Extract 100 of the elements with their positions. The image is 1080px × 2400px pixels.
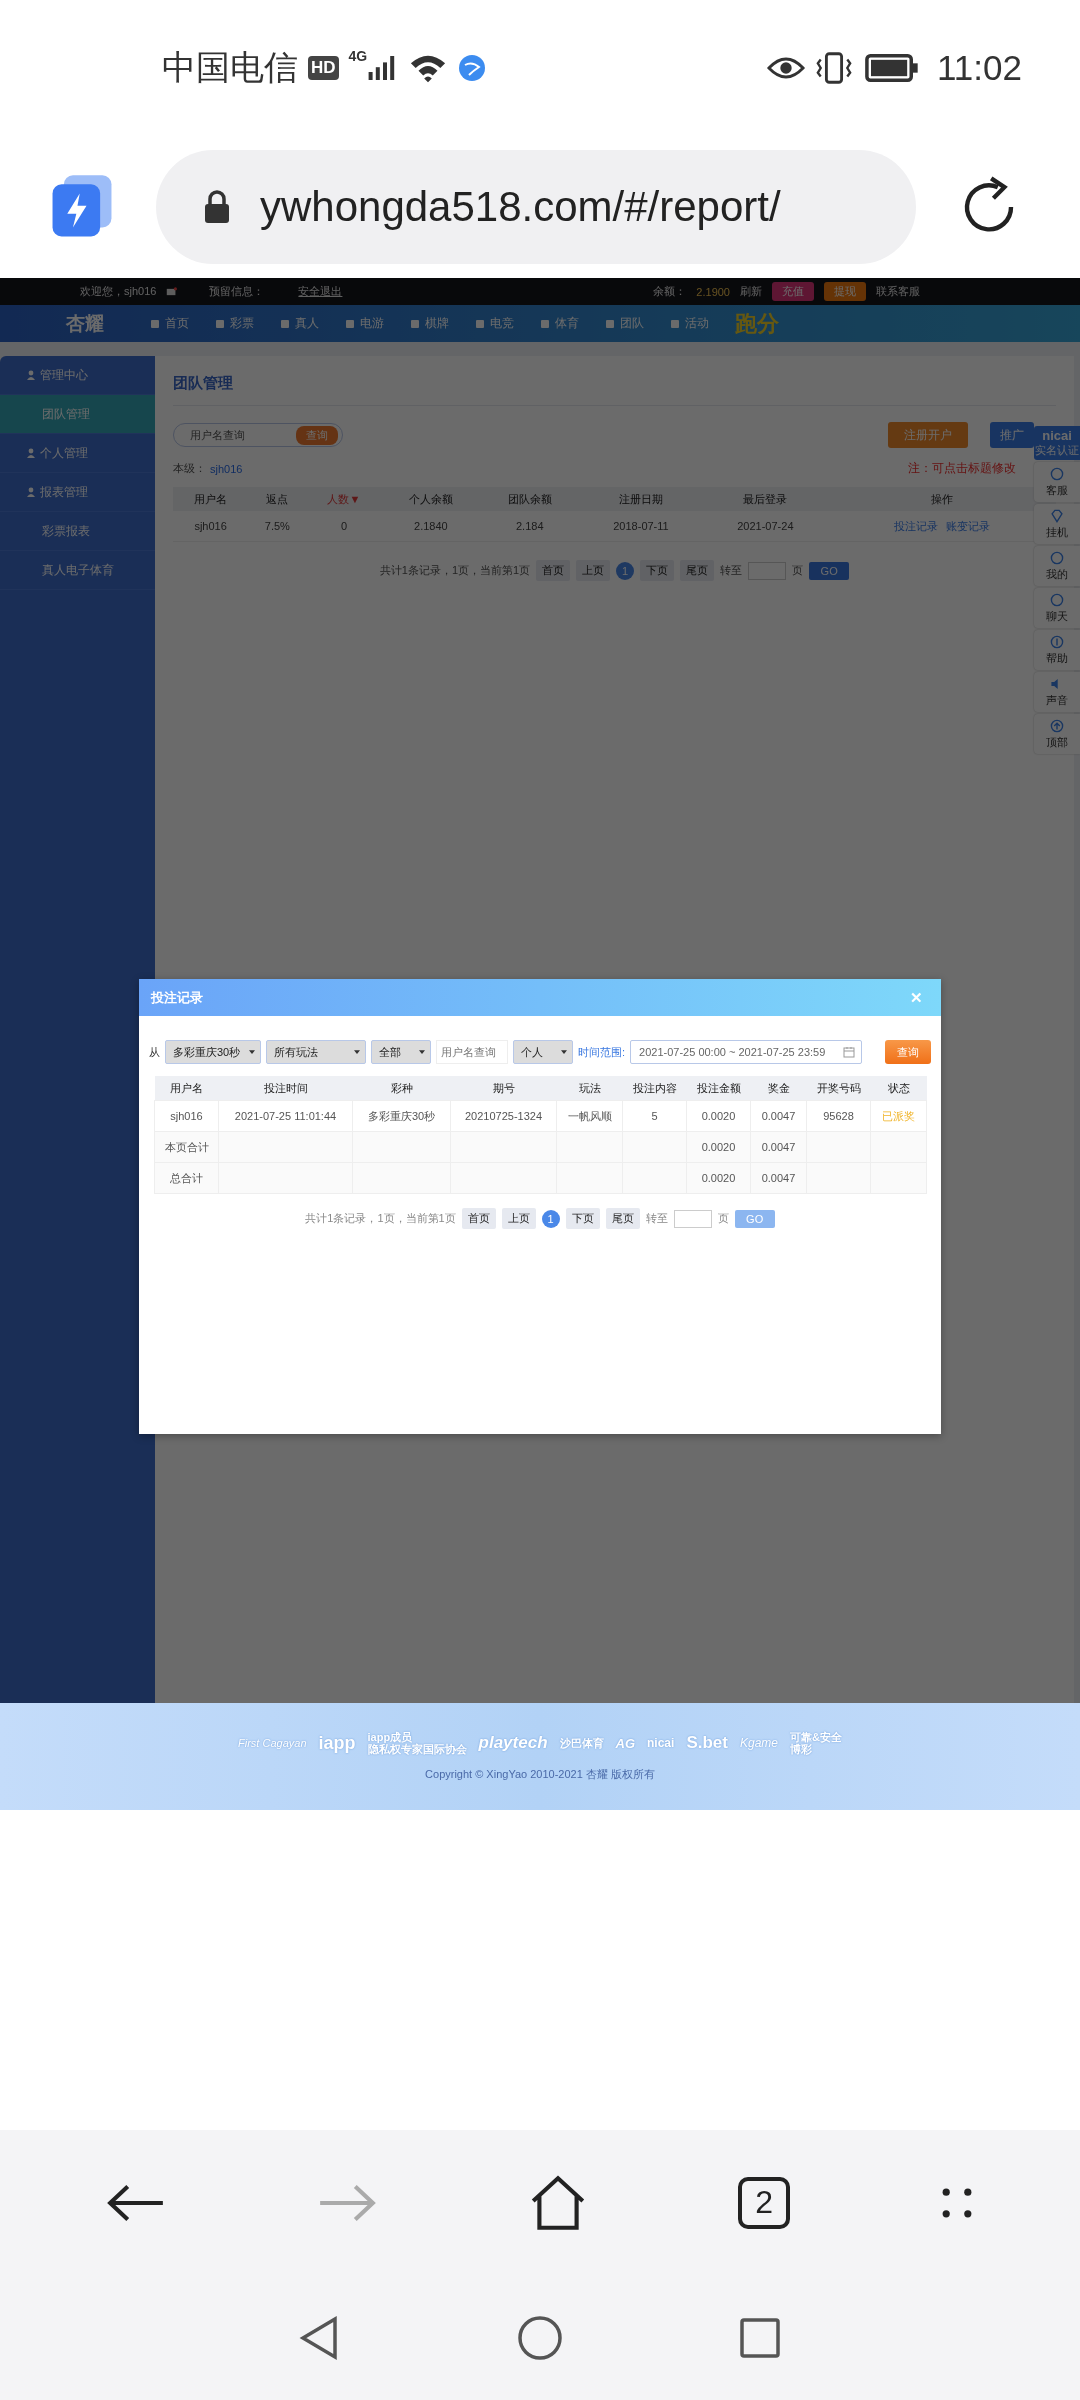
page-unit: 页 [717,1211,729,1226]
square-icon [150,318,160,329]
withdraw-button[interactable]: 提现 [824,282,866,301]
nav-link[interactable]: 彩票 [215,315,254,332]
page-button[interactable]: 上页 [576,560,611,581]
goto-label: 转至 [720,563,743,578]
page-input[interactable] [673,1209,712,1228]
date-range-field[interactable]: 2021-07-25 00:00 ~ 2021-07-25 23:59 [630,1040,863,1064]
partner-logo: 可靠&安全 [790,1730,842,1743]
page-number[interactable]: 1 [541,1209,560,1228]
partner-logo: 博彩 [790,1743,812,1756]
record-link[interactable]: 账变记录 [946,519,990,532]
page-button[interactable]: 下页 [565,1208,600,1229]
side-tool-button[interactable]: 客服 [1034,462,1080,502]
filter-select[interactable]: 多彩重庆30秒 [165,1040,261,1064]
side-tool-button[interactable]: 挂机 [1034,504,1080,544]
dialog-title: 投注记录 [151,988,203,1007]
column-header[interactable]: 用户名 [173,487,249,511]
nav-link[interactable]: 真人 [280,315,319,332]
deposit-button[interactable]: 充值 [772,282,814,301]
partner-logo: iapp成员 [367,1730,413,1743]
table-cell: 2018-07-11 [579,511,703,542]
refresh-link[interactable]: 刷新 [740,284,762,299]
column-header[interactable]: 返点 [248,487,307,511]
certification-badge[interactable]: nicai 实名认证 [1034,426,1080,460]
page-button[interactable]: 下页 [640,560,675,581]
balance-label: 余额： [653,284,687,299]
query-button[interactable]: 查询 [885,1040,931,1064]
site-logo[interactable]: 杏耀 [66,310,104,337]
column-header[interactable]: 最后登录 [702,487,829,511]
page-button[interactable]: 首页 [461,1208,496,1229]
nav-link[interactable]: 电游 [345,315,384,332]
table-cell: 0.0047 [750,1162,807,1194]
square-icon [605,318,615,329]
partner-logo: iapp [318,1732,356,1754]
table-cell: 7.5% [248,511,307,542]
nav-link[interactable]: 首页 [150,315,189,332]
page-number[interactable]: 1 [616,561,635,580]
column-header: 彩种 [352,1076,451,1101]
table-cell: 0.0047 [750,1100,807,1132]
action-button[interactable]: 推广 [990,422,1034,448]
carrier-name: 中国电信 [162,46,298,88]
goto-label: 转至 [645,1211,668,1226]
table-cell: 95628 [806,1100,871,1132]
nav-link[interactable]: 团队 [605,315,644,332]
page-button[interactable]: 尾页 [680,560,715,581]
column-header[interactable]: 个人余额 [381,487,481,511]
logout-link[interactable]: 安全退出 [298,284,343,299]
username-field[interactable]: 用户名查询 [436,1040,508,1064]
sidebar-item[interactable]: 团队管理 [0,395,155,434]
url-text: ywhongda518.com/#/report/ [260,182,781,231]
column-header[interactable]: 注册日期 [579,487,703,511]
table-cell: 0.0020 [686,1131,751,1163]
nav-link[interactable]: 活动 [670,315,709,332]
partner-logo: 隐私权专家国际协会 [367,1743,467,1756]
table-cell: 0.0020 [686,1100,751,1132]
column-header[interactable]: 人数▼ [306,487,382,511]
go-button[interactable]: GO [809,561,850,580]
partner-logo: S.bet [686,1733,728,1753]
welcome-text: 欢迎您，sjh016 [80,284,157,299]
side-tool-button[interactable]: 帮助 [1034,630,1080,670]
time-range-label: 时间范围: [578,1044,626,1060]
column-header: 状态 [870,1076,927,1101]
side-tool-button[interactable]: 声音 [1034,672,1080,712]
scope-select[interactable]: 个人 [513,1040,573,1064]
tab-count-button[interactable]: 2 [738,2176,791,2229]
partner-logo: Kgame [739,1736,778,1750]
status-cell: 已派奖 [870,1100,927,1132]
table-cell: 20210725-1324 [450,1100,557,1132]
page-button[interactable]: 首页 [536,560,571,581]
level-user-link[interactable]: sjh016 [210,462,243,475]
diamond-icon [1050,508,1064,523]
nav-link[interactable]: 体育 [540,315,579,332]
page-unit: 页 [792,563,804,578]
column-header: 投注时间 [218,1076,353,1101]
filter-select[interactable]: 所有玩法 [266,1040,366,1064]
page-button[interactable]: 上页 [501,1208,536,1229]
action-button[interactable]: 注册开户 [888,422,968,448]
info-icon [1050,634,1064,649]
column-header: 玩法 [556,1076,623,1101]
table-cell: 2.184 [480,511,580,542]
nav-link[interactable]: 棋牌 [410,315,449,332]
side-tool-button[interactable]: 聊天 [1034,588,1080,628]
page-button[interactable]: 尾页 [605,1208,640,1229]
table-cell: 0.0020 [686,1162,751,1194]
square-icon [410,318,420,329]
copyright-text: Copyright © XingYao 2010-2021 杏耀 版权所有 [425,1767,655,1783]
mail-icon[interactable] [166,286,178,297]
search-button[interactable]: 查询 [296,425,338,445]
side-tool-button[interactable]: 顶部 [1034,714,1080,754]
go-button[interactable]: GO [734,1209,775,1228]
address-bar[interactable]: ywhongda518.com/#/report/ [156,149,916,264]
column-header[interactable]: 团队余额 [480,487,580,511]
side-tool-button[interactable]: 我的 [1034,546,1080,586]
record-link[interactable]: 投注记录 [894,519,938,532]
close-button[interactable]: ✕ [904,987,929,1008]
nav-link[interactable]: 电竞 [475,315,514,332]
filter-select[interactable]: 全部 [371,1040,431,1064]
support-link[interactable]: 联系客服 [876,284,920,299]
from-label: 从 [149,1044,160,1060]
